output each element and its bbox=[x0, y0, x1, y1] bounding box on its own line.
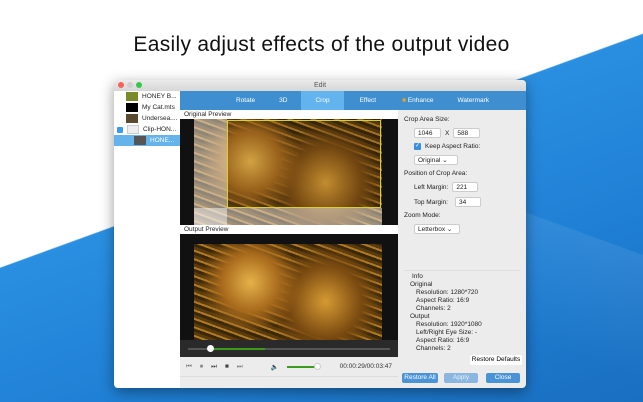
file-name: Undersea.... bbox=[142, 115, 178, 122]
keep-aspect-checkbox[interactable]: ✓ bbox=[414, 143, 421, 150]
tab-effect[interactable]: Effect bbox=[346, 91, 391, 110]
top-margin-label: Top Margin: bbox=[414, 198, 448, 206]
thumbnail bbox=[134, 136, 146, 145]
info-line: Aspect Ratio: 16:9 bbox=[416, 337, 470, 344]
crop-rectangle[interactable] bbox=[227, 120, 381, 208]
thumbnail bbox=[126, 92, 138, 101]
thumbnail bbox=[126, 103, 138, 112]
file-list: HONEY B... My Cat.mts Undersea.... Clip-… bbox=[114, 91, 180, 388]
output-preview bbox=[180, 234, 398, 340]
info-line: Channels: 2 bbox=[416, 345, 451, 352]
aspect-ratio-select[interactable]: Original ⌄ bbox=[414, 155, 458, 165]
seek-progress bbox=[210, 348, 265, 350]
crop-mask bbox=[194, 208, 382, 225]
output-title: Output bbox=[410, 313, 430, 320]
info-line: Left/Right Eye Size: - bbox=[416, 329, 478, 336]
volume-handle[interactable] bbox=[313, 362, 321, 370]
info-line: Channels: 2 bbox=[416, 305, 451, 312]
restore-all-button[interactable]: Restore All bbox=[402, 373, 438, 383]
tab-rotate[interactable]: Rotate bbox=[226, 91, 265, 110]
collapse-icon[interactable] bbox=[117, 126, 123, 133]
tab-watermark[interactable]: Watermark bbox=[446, 91, 502, 110]
chevron-down-icon: ⌄ bbox=[442, 157, 448, 164]
previous-icon[interactable]: ⏮ bbox=[186, 363, 192, 371]
zoom-mode-select[interactable]: Letterbox ⌄ bbox=[414, 224, 460, 234]
seek-area bbox=[180, 340, 398, 357]
title-bar: Edit bbox=[114, 80, 526, 91]
left-margin-input[interactable]: 221 bbox=[452, 182, 479, 192]
volume-icon[interactable]: 🔈 bbox=[271, 363, 279, 371]
headline: Easily adjust effects of the output vide… bbox=[133, 33, 510, 56]
tab-label: Enhance bbox=[407, 97, 434, 104]
edit-window: Edit HONEY B... My Cat.mts Undersea.... … bbox=[114, 80, 526, 388]
player-controls: ⏮ ⏸ ⏭ ■ ⏭ 🔈 00:00:29/00:03:47 bbox=[180, 357, 398, 377]
end-icon[interactable]: ⏭ bbox=[237, 363, 243, 371]
file-item[interactable]: Undersea.... bbox=[114, 113, 180, 124]
file-name: My Cat.mts bbox=[142, 104, 175, 111]
crop-position-label: Position of Crop Area: bbox=[404, 170, 468, 177]
chevron-down-icon: ⌄ bbox=[446, 226, 453, 233]
info-line: Aspect Ratio: 16:9 bbox=[416, 297, 470, 304]
crop-panel: Crop Area Size: 1046 X 588 ✓ Keep Aspect… bbox=[398, 110, 526, 366]
apply-button[interactable]: Apply bbox=[444, 373, 478, 383]
thumbnail bbox=[127, 125, 139, 134]
output-preview-label: Output Preview bbox=[180, 225, 398, 234]
lock-icon: ■ bbox=[402, 97, 407, 104]
original-preview-label: Original Preview bbox=[180, 110, 398, 119]
crop-size-label: Crop Area Size: bbox=[404, 116, 450, 123]
info-title: Info bbox=[412, 273, 423, 280]
times-label: X bbox=[445, 129, 450, 137]
close-window-icon[interactable] bbox=[118, 82, 124, 88]
close-button[interactable]: Close bbox=[486, 373, 520, 383]
volume-slider[interactable] bbox=[286, 362, 321, 370]
zoom-mode-label: Zoom Mode: bbox=[404, 212, 441, 219]
pause-icon[interactable]: ⏸ bbox=[200, 363, 203, 371]
window-title: Edit bbox=[313, 82, 327, 89]
thumbnail bbox=[126, 114, 138, 123]
zoom-window-icon[interactable] bbox=[136, 82, 142, 88]
info-section: Info Original Resolution: 1280*720 Aspec… bbox=[404, 270, 520, 353]
time-display: 00:00:29/00:03:47 bbox=[339, 363, 392, 370]
file-item[interactable]: Clip-HON... bbox=[114, 124, 180, 135]
file-item[interactable]: My Cat.mts bbox=[114, 102, 180, 113]
info-line: Resolution: 1280*720 bbox=[416, 289, 479, 296]
original-preview bbox=[180, 119, 398, 225]
next-frame-icon[interactable]: ⏭ bbox=[211, 363, 217, 371]
tab-bar: Rotate 3D Crop Effect ■ Enhance Watermar… bbox=[180, 91, 526, 110]
crop-width-input[interactable]: 1046 bbox=[414, 128, 441, 138]
restore-defaults-button[interactable]: Restore Defaults bbox=[470, 355, 522, 365]
tab-enhance[interactable]: ■ Enhance bbox=[392, 91, 443, 110]
left-margin-label: Left Margin: bbox=[414, 183, 449, 191]
original-title: Original bbox=[410, 281, 433, 288]
keep-aspect-label: Keep Aspect Ratio: bbox=[425, 143, 481, 150]
file-item[interactable]: HONEY B... bbox=[114, 91, 180, 102]
zoom-value: Letterbox bbox=[418, 226, 446, 233]
aspect-value: Original bbox=[418, 157, 441, 164]
file-item-selected[interactable]: HONE... bbox=[114, 135, 180, 146]
stop-icon[interactable]: ■ bbox=[225, 363, 229, 370]
video-frame bbox=[194, 244, 382, 340]
file-name: HONE... bbox=[150, 137, 175, 144]
file-name: Clip-HON... bbox=[143, 126, 177, 133]
seek-handle[interactable] bbox=[207, 345, 214, 352]
tab-3d[interactable]: 3D bbox=[267, 91, 299, 110]
minimize-window-icon[interactable] bbox=[127, 82, 133, 88]
top-margin-input[interactable]: 34 bbox=[454, 197, 481, 207]
info-line: Resolution: 1920*1080 bbox=[416, 321, 482, 328]
crop-height-input[interactable]: 588 bbox=[453, 128, 481, 138]
file-name: HONEY B... bbox=[142, 93, 177, 100]
tab-crop[interactable]: Crop bbox=[301, 91, 344, 110]
